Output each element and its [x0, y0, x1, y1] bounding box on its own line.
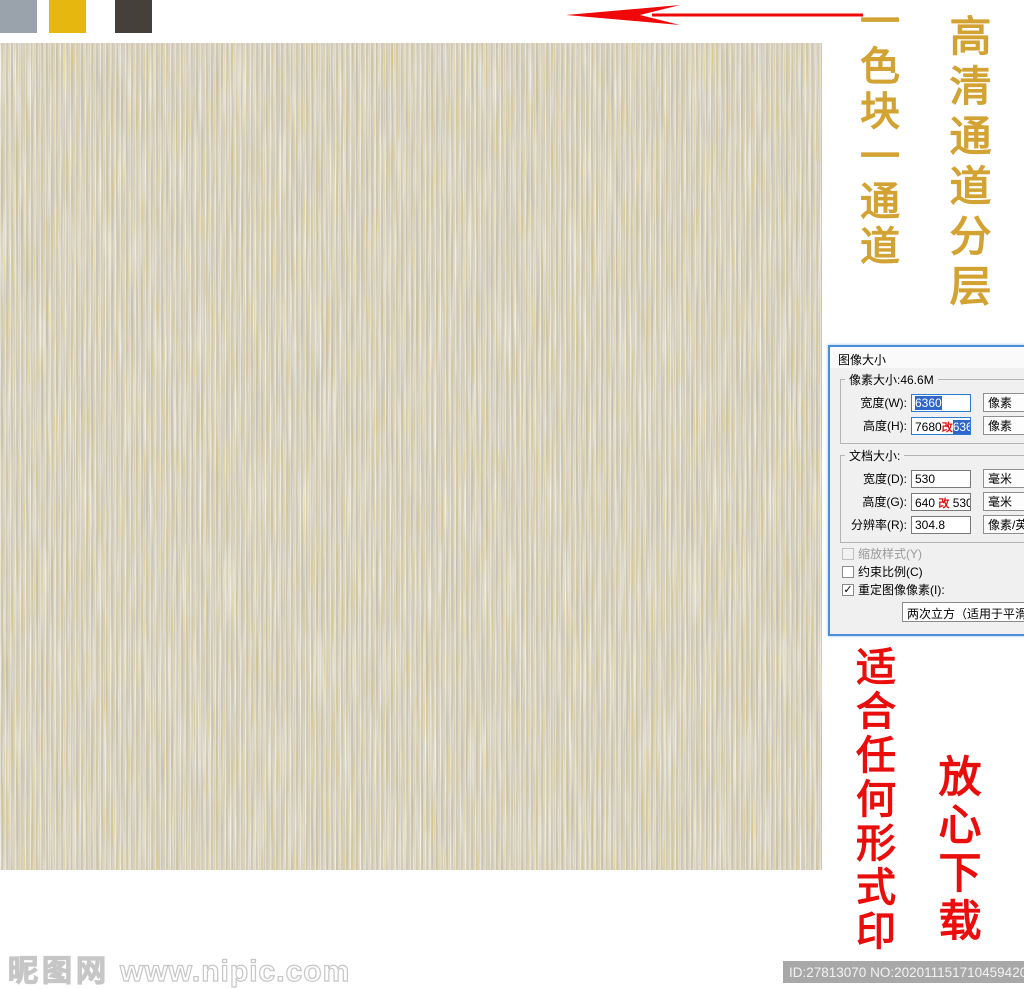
doc-height-unit-dropdown[interactable]: 毫米 [983, 492, 1024, 511]
color-swatch-gold [49, 0, 86, 33]
doc-width-input[interactable]: 530 [911, 469, 971, 488]
fabric-texture-image [0, 43, 822, 870]
dialog-title: 图像大小 [830, 347, 1024, 368]
pixel-width-label: 宽度(W): [860, 396, 907, 410]
doc-width-unit-dropdown[interactable]: 毫米 [983, 469, 1024, 488]
red-text-any-print-form: 适合任何形式印 [849, 646, 896, 954]
constrain-proportions-checkbox-row: 约束比例(C) [842, 564, 1024, 579]
resolution-unit-dropdown[interactable]: 像素/英寸 [983, 515, 1024, 534]
pixel-height-input[interactable]: 7680改6360 [911, 416, 971, 435]
image-size-dialog: 图像大小 像素大小:46.6M 宽度(W): 6360 像素 ∨ 高度(H): … [828, 345, 1024, 636]
page: 高清通道分层 一色块一通道 图像大小 像素大小:46.6M 宽度(W): 636… [0, 0, 1024, 989]
pixel-height-value: 6360 [952, 419, 970, 434]
watermark-site-name: 昵图网 [7, 954, 110, 988]
pixel-size-group-label: 像素大小:46.6M [849, 373, 934, 387]
pixel-height-unit-dropdown[interactable]: 像素 ∨ [983, 416, 1024, 435]
red-left-arrow-icon [566, 5, 863, 25]
resolution-value: 304.8 [915, 517, 946, 532]
doc-height-input[interactable]: 640 改 530 [911, 492, 971, 511]
doc-height-edit-mark: 改 [938, 496, 950, 510]
doc-height-value: 530 [949, 495, 971, 510]
doc-width-row: 宽度(D): 530 毫米 [841, 469, 1024, 488]
watermark-site-url: www.nipic.com [119, 954, 351, 988]
color-swatch-dark-brown [115, 0, 152, 33]
scale-styles-checkbox[interactable] [842, 547, 854, 560]
resolution-row: 分辨率(R): 304.8 像素/英寸 [841, 515, 1024, 534]
pixel-width-row: 宽度(W): 6360 像素 ∨ [841, 393, 1024, 412]
document-size-group-label: 文档大小: [849, 449, 901, 463]
gold-text-one-block-one-channel: 一色块一通道 [853, 0, 900, 270]
pixel-height-unit-value: 像素 [988, 419, 1013, 433]
resolution-unit-value: 像素/英寸 [988, 518, 1024, 532]
image-id-bar: ID:27813070 NO:20201115171045942039 [783, 961, 1024, 983]
watermark: 昵图网 www.nipic.com [7, 946, 351, 989]
doc-height-unit-value: 毫米 [988, 495, 1013, 509]
pixel-height-row: 高度(H): 7680改6360 像素 ∨ [841, 416, 1024, 435]
resolution-input[interactable]: 304.8 [911, 515, 971, 534]
resample-image-label: 重定图像像素(I): [858, 583, 945, 597]
doc-width-unit-value: 毫米 [988, 472, 1013, 486]
constrain-proportions-label: 约束比例(C) [858, 565, 923, 579]
pixel-height-old-value: 7680 [915, 419, 942, 434]
doc-width-label: 宽度(D): [863, 472, 907, 486]
constrain-proportions-checkbox[interactable] [842, 565, 854, 578]
doc-height-row: 高度(G): 640 改 530 毫米 [841, 492, 1024, 511]
pixel-size-group: 像素大小:46.6M 宽度(W): 6360 像素 ∨ 高度(H): 7680改… [840, 371, 1024, 444]
doc-height-old-value: 640 [915, 495, 939, 510]
resample-image-checkbox-row: ✓ 重定图像像素(I): [842, 582, 1024, 597]
pixel-width-unit-dropdown[interactable]: 像素 ∨ [983, 393, 1024, 412]
red-text-safe-download: 放心下载 [931, 754, 981, 946]
gold-text-hd-channels: 高清通道分层 [943, 14, 992, 314]
color-swatch-gray [0, 0, 37, 33]
pixel-height-edit-mark: 改 [941, 420, 953, 434]
pixel-width-input[interactable]: 6360 [911, 393, 971, 412]
pixel-width-value: 6360 [915, 395, 942, 410]
scale-styles-checkbox-row: 缩放样式(Y) [842, 546, 1024, 561]
pixel-height-label: 高度(H): [863, 419, 907, 433]
doc-height-label: 高度(G): [862, 495, 907, 509]
fabric-rib-overlay [0, 43, 822, 870]
doc-width-value: 530 [915, 471, 936, 486]
resolution-label: 分辨率(R): [851, 518, 907, 532]
scale-styles-label: 缩放样式(Y) [858, 547, 922, 561]
document-size-group: 文档大小: 宽度(D): 530 毫米 高度(G): 640 改 530 毫米 … [840, 447, 1024, 543]
pixel-width-unit-value: 像素 [988, 396, 1013, 410]
resample-method-dropdown[interactable]: 两次立方（适用于平滑渐变 [902, 602, 1024, 622]
resample-image-checkbox[interactable]: ✓ [842, 583, 854, 596]
